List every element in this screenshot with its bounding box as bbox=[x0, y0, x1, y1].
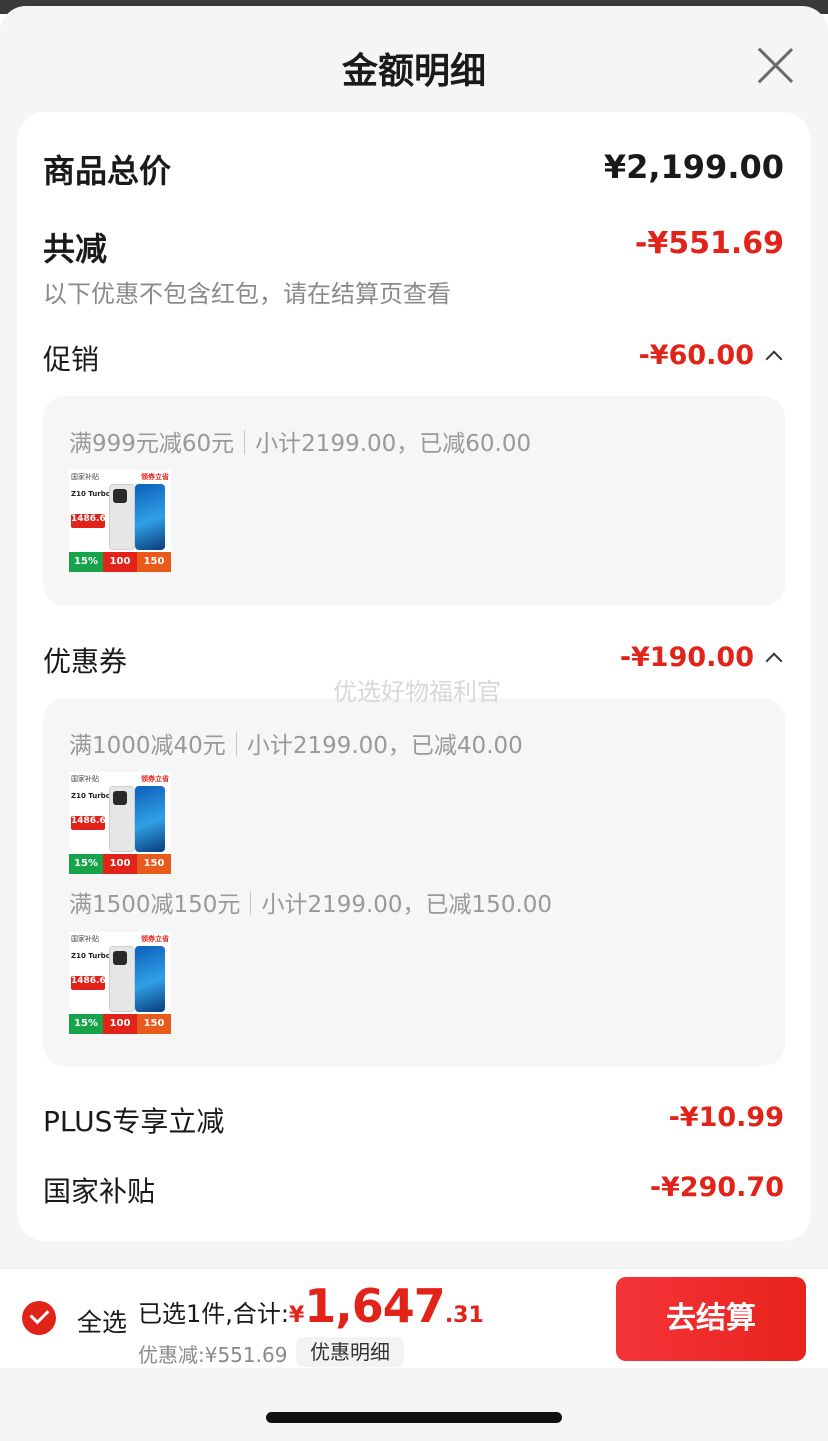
rule-text: 满1000减40元 bbox=[69, 733, 226, 759]
reduce-note: 以下优惠不包含红包，请在结算页查看 bbox=[43, 280, 451, 308]
thumb-price: 1486.65 bbox=[71, 816, 112, 830]
divider bbox=[244, 430, 246, 454]
thumb-price: 1486.65 bbox=[71, 976, 112, 990]
coupon-rule-1: 满1000减40元 小计2199.00，已减40.00 bbox=[69, 726, 523, 760]
discount-detail-button[interactable]: 优惠明细 bbox=[296, 1337, 404, 1367]
total-summary: 已选1件,合计:¥1,647.31 bbox=[138, 1279, 484, 1333]
reduce-row: 共减 -¥551.69 bbox=[43, 224, 784, 268]
phone-back-image bbox=[109, 786, 135, 852]
thumb-badges: 15% 100 150 bbox=[69, 854, 171, 874]
coupon-rule-2: 满1500减150元 小计2199.00，已减150.00 bbox=[69, 885, 552, 919]
promotion-value: -¥60.00 bbox=[638, 340, 754, 371]
subsidy-value: -¥290.70 bbox=[649, 1172, 784, 1203]
thumb-tag: 国家补贴 bbox=[71, 775, 99, 783]
thumb-tag: 国家补贴 bbox=[71, 935, 99, 943]
thumb-brand: 领券立省 bbox=[141, 935, 169, 943]
thumb-price: 1486.65 bbox=[71, 514, 112, 528]
phone-front-image bbox=[135, 484, 165, 550]
divider bbox=[250, 891, 252, 915]
promotion-row[interactable]: 促销 -¥60.00 bbox=[43, 338, 784, 378]
coupon-label: 优惠券 bbox=[43, 645, 128, 678]
checkout-button[interactable]: 去结算 bbox=[616, 1277, 806, 1361]
badge: 150 bbox=[137, 552, 171, 572]
summary-label: 已选1件,合计: bbox=[138, 1300, 289, 1328]
badge: 150 bbox=[137, 854, 171, 874]
product-thumbnail[interactable]: 国家补贴 领券立省 Z10 Turbo Pro 1486.65 15% 100 … bbox=[69, 470, 171, 572]
promotion-rule: 满999元减60元 小计2199.00，已减60.00 bbox=[69, 424, 531, 458]
checkout-bar: 全选 已选1件,合计:¥1,647.31 优惠减:¥551.69 优惠明细 去结… bbox=[0, 1268, 828, 1368]
badge: 100 bbox=[103, 1014, 137, 1034]
rule-text: 满1500减150元 bbox=[69, 892, 241, 918]
subsidy-row: 国家补贴 -¥290.70 bbox=[43, 1170, 784, 1210]
phone-front-image bbox=[135, 786, 165, 852]
thumb-tag: 国家补贴 bbox=[71, 473, 99, 481]
plus-label: PLUS专享立减 bbox=[43, 1105, 225, 1138]
home-indicator bbox=[266, 1412, 562, 1423]
promotion-label: 促销 bbox=[43, 343, 100, 376]
total-integer: 1,647 bbox=[304, 1279, 446, 1333]
rule-text: 满999元减60元 bbox=[69, 431, 235, 457]
badge: 15% bbox=[69, 1014, 103, 1034]
rule-detail: 小计2199.00，已减60.00 bbox=[255, 431, 532, 457]
coupon-value: -¥190.00 bbox=[619, 642, 754, 673]
total-value: ¥2,199.00 bbox=[603, 148, 784, 186]
coupon-box: 满1000减40元 小计2199.00，已减40.00 国家补贴 领券立省 Z10… bbox=[43, 698, 785, 1066]
sheet-title: 金额明细 bbox=[341, 51, 486, 92]
phone-back-image bbox=[109, 946, 135, 1012]
phone-front-image bbox=[135, 946, 165, 1012]
currency-symbol: ¥ bbox=[288, 1303, 305, 1328]
product-thumbnail[interactable]: 国家补贴 领券立省 Z10 Turbo Pro 1486.65 15% 100 … bbox=[69, 772, 171, 874]
badge: 15% bbox=[69, 854, 103, 874]
badge: 150 bbox=[137, 1014, 171, 1034]
discount-text: 优惠减:¥551.69 bbox=[138, 1343, 288, 1367]
badge: 15% bbox=[69, 552, 103, 572]
badge: 100 bbox=[103, 552, 137, 572]
total-decimal: .31 bbox=[444, 1303, 484, 1328]
product-thumbnail[interactable]: 国家补贴 领券立省 Z10 Turbo Pro 1486.65 15% 100 … bbox=[69, 932, 171, 1034]
chevron-up-icon[interactable] bbox=[765, 652, 783, 670]
select-all-label[interactable]: 全选 bbox=[77, 1303, 127, 1339]
chevron-up-icon[interactable] bbox=[765, 350, 783, 368]
reduce-value: -¥551.69 bbox=[634, 226, 784, 261]
rule-detail: 小计2199.00，已减40.00 bbox=[246, 733, 523, 759]
badge: 100 bbox=[103, 854, 137, 874]
phone-back-image bbox=[109, 484, 135, 550]
total-row: 商品总价 ¥2,199.00 bbox=[43, 146, 784, 190]
thumb-badges: 15% 100 150 bbox=[69, 1014, 171, 1034]
reduce-label: 共减 bbox=[43, 230, 108, 268]
close-icon[interactable] bbox=[756, 46, 794, 84]
thumb-badges: 15% 100 150 bbox=[69, 552, 171, 572]
total-label: 商品总价 bbox=[43, 152, 172, 190]
watermark: 优选好物福利官 bbox=[333, 678, 501, 706]
plus-row: PLUS专享立减 -¥10.99 bbox=[43, 1100, 784, 1140]
promotion-box: 满999元减60元 小计2199.00，已减60.00 国家补贴 领券立省 Z10… bbox=[43, 396, 785, 606]
plus-value: -¥10.99 bbox=[668, 1102, 784, 1133]
thumb-brand: 领券立省 bbox=[141, 775, 169, 783]
rule-detail: 小计2199.00，已减150.00 bbox=[261, 892, 553, 918]
subsidy-label: 国家补贴 bbox=[43, 1175, 156, 1208]
check-circle-icon[interactable] bbox=[22, 1301, 56, 1335]
divider bbox=[235, 732, 237, 756]
thumb-brand: 领券立省 bbox=[141, 473, 169, 481]
